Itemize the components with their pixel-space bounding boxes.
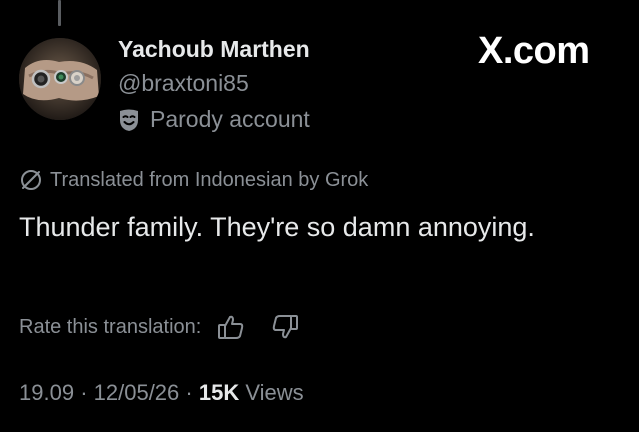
rate-translation-label: Rate this translation: — [19, 315, 202, 338]
views-label: Views — [245, 380, 304, 405]
views-count[interactable]: 15K — [199, 380, 239, 405]
thumbs-down-icon — [273, 315, 299, 339]
tweet-meta: 19.09 · 12/05/26 · 15K Views — [19, 380, 304, 406]
meta-separator: · — [185, 380, 193, 405]
author-handle[interactable]: @braxtoni85 — [118, 70, 249, 97]
thread-connector-line — [58, 0, 61, 26]
tweet-text: Thunder family. They're so damn annoying… — [19, 212, 535, 242]
avatar-photo-icon — [19, 38, 101, 120]
brand-watermark: X.com — [478, 30, 590, 72]
thumbs-up-button[interactable] — [215, 312, 247, 342]
thumbs-down-button[interactable] — [269, 312, 301, 342]
translated-from-label: Translated from Indonesian by Grok — [50, 168, 369, 191]
parody-label: Parody account — [150, 106, 310, 132]
thumbs-up-icon — [218, 315, 244, 339]
tweet-date[interactable]: 12/05/26 — [94, 380, 180, 405]
tweet-time[interactable]: 19.09 — [19, 380, 74, 405]
parody-mask-icon — [120, 109, 138, 131]
grok-icon — [21, 170, 41, 190]
author-name[interactable]: Yachoub Marthen — [118, 36, 310, 63]
parody-badge: Parody account — [118, 106, 310, 133]
avatar[interactable] — [19, 38, 101, 120]
translation-note: Translated from Indonesian by Grok — [19, 168, 368, 192]
rate-translation-row: Rate this translation: — [19, 312, 323, 342]
meta-separator: · — [80, 380, 88, 405]
